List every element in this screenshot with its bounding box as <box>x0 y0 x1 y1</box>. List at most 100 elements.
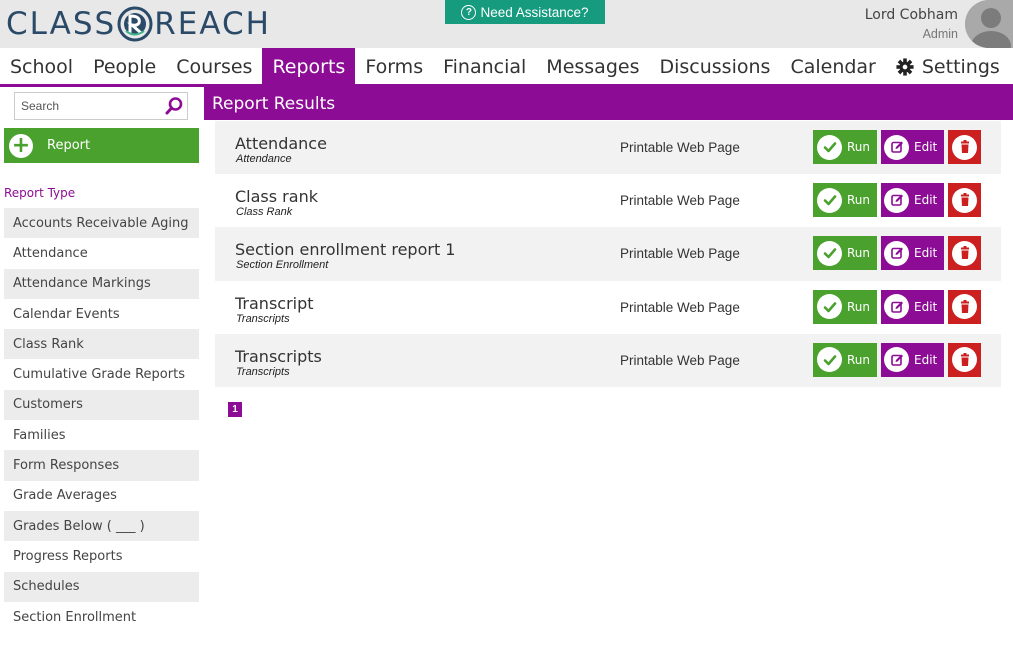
report-type-item[interactable]: Families <box>4 420 199 451</box>
nav-reports[interactable]: Reports <box>262 48 356 85</box>
check-icon <box>817 187 842 213</box>
report-type-item[interactable]: Schedules <box>4 571 199 602</box>
report-type-item[interactable]: Calendar Events <box>4 298 199 330</box>
report-type-item[interactable]: Attendance <box>4 238 199 269</box>
report-name: Transcripts <box>235 346 322 366</box>
pagination-page[interactable]: 1 <box>228 402 242 417</box>
report-format: Printable Web Page <box>620 193 740 209</box>
report-format: Printable Web Page <box>620 246 740 262</box>
report-type-item[interactable]: Grades Below ( ___ ) <box>4 510 199 542</box>
report-type-heading: Report Type <box>4 186 76 200</box>
avatar-placeholder-icon <box>965 0 1013 48</box>
report-format: Printable Web Page <box>620 140 740 155</box>
logo-text-left: CLASS <box>6 6 117 42</box>
need-assistance-label: Need Assistance? <box>480 4 589 20</box>
report-type-item[interactable]: Progress Reports <box>4 541 199 572</box>
check-icon <box>817 294 842 320</box>
search-input[interactable] <box>21 99 161 113</box>
report-results-header: Report Results <box>204 87 1013 120</box>
nav-school[interactable]: School <box>0 48 83 85</box>
report-type-item[interactable]: Cumulative Grade Reports <box>4 359 199 390</box>
edit-button[interactable]: Edit <box>881 289 944 324</box>
edit-label: Edit <box>914 140 938 154</box>
delete-button[interactable] <box>948 183 981 218</box>
report-format: Printable Web Page <box>620 299 740 315</box>
report-type-item[interactable]: Section Enrollment <box>4 601 199 633</box>
search-icon[interactable] <box>164 96 184 116</box>
run-button[interactable]: Run <box>813 183 877 218</box>
trash-icon <box>952 134 977 160</box>
run-label: Run <box>847 140 871 154</box>
report-row: Transcripts Transcripts Printable Web Pa… <box>215 333 1001 387</box>
edit-icon <box>884 187 909 213</box>
report-type: Transcripts <box>236 365 290 378</box>
report-type: Attendance <box>236 153 292 165</box>
run-button[interactable]: Run <box>813 236 877 271</box>
check-icon <box>817 134 842 160</box>
nav-discussions[interactable]: Discussions <box>649 48 780 85</box>
app-header: CLASS REACH ? Need Assistance? Lord Cobh… <box>0 0 1013 48</box>
run-button[interactable]: Run <box>813 342 877 377</box>
run-button[interactable]: Run <box>813 289 877 324</box>
nav-financial[interactable]: Financial <box>433 48 536 85</box>
run-label: Run <box>847 246 871 261</box>
report-row: Transcript Transcripts Printable Web Pag… <box>215 280 1001 334</box>
edit-button[interactable]: Edit <box>881 130 944 164</box>
page-title: Report Results <box>212 93 336 114</box>
report-type: Class Rank <box>236 206 293 219</box>
report-type-item[interactable]: Form Responses <box>4 450 199 481</box>
logo-mark-icon <box>117 6 153 42</box>
report-name: Section enrollment report 1 <box>235 240 456 260</box>
add-report-button[interactable]: + Report <box>4 128 199 163</box>
user-role: Admin <box>922 27 958 41</box>
delete-button[interactable] <box>948 342 981 377</box>
trash-icon <box>952 294 977 320</box>
delete-button[interactable] <box>948 236 981 271</box>
classreach-logo[interactable]: CLASS REACH <box>6 4 271 44</box>
edit-button[interactable]: Edit <box>881 183 944 218</box>
delete-button[interactable] <box>948 289 981 324</box>
edit-icon <box>884 294 909 320</box>
need-assistance-button[interactable]: ? Need Assistance? <box>445 0 605 24</box>
edit-label: Edit <box>914 193 938 208</box>
nav-settings-label: Settings <box>921 55 1000 78</box>
avatar[interactable] <box>965 0 1013 48</box>
edit-label: Edit <box>914 352 938 367</box>
run-label: Run <box>847 299 871 314</box>
gear-icon <box>896 57 914 76</box>
edit-icon <box>884 347 909 373</box>
report-type: Section Enrollment <box>236 259 329 272</box>
check-icon <box>817 347 842 373</box>
nav-calendar[interactable]: Calendar <box>780 48 885 85</box>
report-results-list: Attendance Attendance Printable Web Page… <box>215 121 1001 387</box>
question-icon: ? <box>461 4 477 20</box>
edit-button[interactable]: Edit <box>881 236 944 271</box>
report-type-item[interactable]: Class Rank <box>4 329 199 360</box>
report-type-item[interactable]: Customers <box>4 389 199 421</box>
report-row: Section enrollment report 1 Section Enro… <box>215 227 1001 281</box>
report-name: Transcript <box>235 293 314 313</box>
delete-button[interactable] <box>948 130 981 164</box>
report-type-list: Accounts Receivable Aging Attendance Att… <box>4 208 199 633</box>
report-name: Class rank <box>235 187 318 207</box>
trash-icon <box>952 240 977 266</box>
nav-courses[interactable]: Courses <box>166 48 262 85</box>
run-button[interactable]: Run <box>813 130 877 164</box>
report-name: Attendance <box>235 134 327 153</box>
logo-text-right: REACH <box>154 6 271 42</box>
main-nav: School People Courses Reports Forms Fina… <box>0 48 1013 85</box>
edit-button[interactable]: Edit <box>881 342 944 377</box>
nav-forms[interactable]: Forms <box>355 48 433 85</box>
run-label: Run <box>847 352 871 367</box>
nav-people[interactable]: People <box>83 48 166 85</box>
report-type-item[interactable]: Accounts Receivable Aging <box>4 208 199 239</box>
report-type-item[interactable]: Grade Averages <box>4 480 199 511</box>
report-format: Printable Web Page <box>620 352 740 368</box>
nav-settings[interactable]: Settings <box>886 48 1010 85</box>
edit-icon <box>884 240 909 266</box>
user-name[interactable]: Lord Cobham <box>865 7 958 23</box>
nav-messages[interactable]: Messages <box>536 48 649 85</box>
report-type-item[interactable]: Attendance Markings <box>4 268 199 299</box>
add-report-label: Report <box>47 138 91 153</box>
check-icon <box>817 240 842 266</box>
